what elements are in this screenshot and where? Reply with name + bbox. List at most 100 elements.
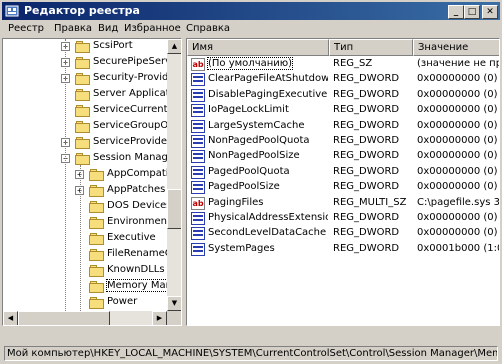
folder-icon <box>89 185 105 197</box>
tree-item[interactable]: +AppCompatibility <box>3 167 181 183</box>
value-row[interactable]: ab(По умолчанию) REG_SZ (значение не присв… <box>187 57 499 73</box>
value-data: 0x00000000 (0) <box>417 150 498 162</box>
close-button[interactable]: ✕ <box>482 5 498 19</box>
value-type: REG_DWORD <box>333 165 400 177</box>
scroll-left-button[interactable]: ◀ <box>3 311 18 325</box>
value-row[interactable]: ab PagingFiles REG_MULTI_SZ C:\pagefile.sys… <box>187 196 499 212</box>
tree-item[interactable]: Server Application <box>3 87 181 103</box>
value-type: REG_DWORD <box>333 73 400 85</box>
menu-bar: Реестр Правка Вид Избранное Справка <box>2 21 500 38</box>
value-name: SystemPages <box>208 242 275 254</box>
value-type: REG_DWORD <box>333 227 400 239</box>
folder-icon <box>75 89 91 101</box>
status-path: Мой компьютер\HKEY_LOCAL_MACHINE\SYSTEM\… <box>4 346 498 361</box>
value-type: REG_DWORD <box>333 212 400 223</box>
folder-icon <box>75 153 91 165</box>
tree-item[interactable]: + ScsiPort <box>3 39 167 55</box>
values-list[interactable]: Имя Тип Значение ab (По умолчанию) REG_SZ(… <box>186 38 500 326</box>
registry-tree[interactable]: + ScsiPort + SecurePipeServer + Security-Prov… <box>2 38 182 326</box>
title-bar[interactable]: Редактор реестра _ □ ✕ <box>2 2 500 20</box>
tree-item[interactable]: Executive <box>3 231 167 247</box>
column-header-value[interactable]: Значение <box>413 39 499 56</box>
tree-item[interactable]: DOS Devices <box>3 199 172 215</box>
binary-value-icon <box>191 135 205 148</box>
folder-icon <box>89 233 105 245</box>
value-data: (значение не присвоено) <box>417 58 499 69</box>
tree-horizontal-scrollbar[interactable]: ◀ ▶ <box>3 311 167 325</box>
value-row[interactable]: IoPageLockLimit REG_DWORD 0x00000000 (0) <box>187 103 499 119</box>
folder-icon <box>89 201 105 213</box>
binary-value-icon <box>191 227 205 241</box>
regedit-app-icon <box>5 5 19 17</box>
tree-item[interactable]: FileRenameOperations <box>3 247 181 263</box>
value-name: PagingFiles <box>208 196 264 208</box>
scroll-down-button[interactable]: ▼ <box>167 296 181 311</box>
tree-item-label: ServiceProvider <box>93 136 172 147</box>
scroll-corner <box>167 311 181 325</box>
value-row[interactable]: SystemPages REG_DWORD 0x0001b000 (1:05 <box>187 242 499 258</box>
value-name: PagedPoolQuota <box>208 165 290 177</box>
menu-help[interactable]: Справка <box>186 23 230 34</box>
tree-item[interactable]: Power <box>3 295 167 311</box>
folder-icon <box>75 121 91 133</box>
tree-item[interactable]: ServiceGroupOrder <box>3 119 181 135</box>
column-header-name[interactable]: Имя <box>187 39 329 56</box>
tree-vertical-scrollbar[interactable]: ▲ ▼ <box>167 39 181 311</box>
menu-view[interactable]: Вид <box>98 23 118 34</box>
menu-registry[interactable]: Реестр <box>8 23 44 34</box>
window-title: Редактор реестра <box>24 4 140 17</box>
value-row[interactable]: NonPagedPoolQuota REG_DWORD 0x00000000 (0) <box>187 134 499 150</box>
folder-icon <box>89 249 105 261</box>
value-row[interactable]: PagedPoolSize REG_DWORD 0x00000000 (0) <box>187 180 499 196</box>
menu-favorites[interactable]: Избранное <box>124 23 181 34</box>
value-data: 0x00000000 (0) <box>417 212 498 223</box>
value-data: 0x00000000 (0) <box>417 227 498 239</box>
value-row[interactable]: SecondLevelDataCache REG_DWORD 0x00000000 … <box>187 226 499 242</box>
folder-icon <box>89 265 105 277</box>
value-name: SecondLevelDataCache <box>208 227 327 239</box>
value-row[interactable]: PhysicalAddressExtension REG_DWORD 0x00000… <box>187 211 499 227</box>
tree-item[interactable]: Memory Management <box>3 279 181 295</box>
tree-item-label: Session Manager <box>93 152 179 163</box>
binary-value-icon <box>191 104 205 118</box>
folder-icon <box>89 281 105 293</box>
string-value-icon: ab <box>191 196 205 210</box>
scroll-thumb[interactable] <box>167 189 181 229</box>
tree-item[interactable]: + AppPatches <box>3 183 167 199</box>
value-row[interactable]: PagedPoolQuota REG_DWORD 0x00000000 (0) <box>187 165 499 181</box>
value-type: REG_DWORD <box>333 104 400 116</box>
value-row[interactable]: NonPagedPoolSize REG_DWORD 0x00000000 (0) <box>187 149 499 165</box>
binary-value-icon <box>191 181 205 195</box>
value-data: 0x00000000 (0) <box>417 181 498 193</box>
scroll-thumb-horizontal[interactable] <box>18 311 110 325</box>
folder-icon <box>75 137 91 149</box>
menu-edit[interactable]: Правка <box>54 23 92 34</box>
tree-item[interactable]: + SecurePipeServer <box>3 55 181 71</box>
maximize-button[interactable]: □ <box>464 5 480 19</box>
column-header-type[interactable]: Тип <box>329 39 413 56</box>
value-data: 0x00000000 (0) <box>417 104 498 116</box>
tree-item[interactable]: ServiceCurrent <box>3 103 168 119</box>
scroll-right-button[interactable]: ▶ <box>152 311 167 325</box>
tree-item[interactable]: + ServiceProvider <box>3 135 171 151</box>
value-type: REG_DWORD <box>333 181 400 193</box>
tree-item[interactable]: − Session Manager <box>3 151 178 167</box>
tree-item-label: Power <box>107 296 138 307</box>
value-row[interactable]: ClearPageFileAtShutdown REG_DWORD 0x000000… <box>187 72 499 88</box>
value-name: NonPagedPoolQuota <box>208 135 310 146</box>
value-row[interactable]: DisablePagingExecutive REG_DWORD 0x0000000… <box>187 88 499 104</box>
status-bar: Мой компьютер\HKEY_LOCAL_MACHINE\SYSTEM\… <box>2 344 500 362</box>
tree-item[interactable]: KnownDLLs <box>3 263 167 279</box>
binary-value-icon <box>191 73 205 87</box>
folder-icon <box>89 217 105 229</box>
tree-connector <box>65 39 66 325</box>
value-name: PhysicalAddressExtension <box>208 212 328 223</box>
value-row[interactable]: LargeSystemCache REG_DWORD 0x00000000 (0) <box>187 119 499 135</box>
tree-item[interactable]: + Security-Providers <box>3 71 181 87</box>
binary-value-icon <box>191 165 205 179</box>
scroll-up-button[interactable]: ▲ <box>167 39 181 54</box>
minimize-button[interactable]: _ <box>448 5 464 19</box>
registry-editor-window: Редактор реестра _ □ ✕ Реестр Правка Вид… <box>0 0 502 364</box>
tree-item[interactable]: Environment <box>3 215 171 231</box>
folder-icon <box>89 169 105 181</box>
